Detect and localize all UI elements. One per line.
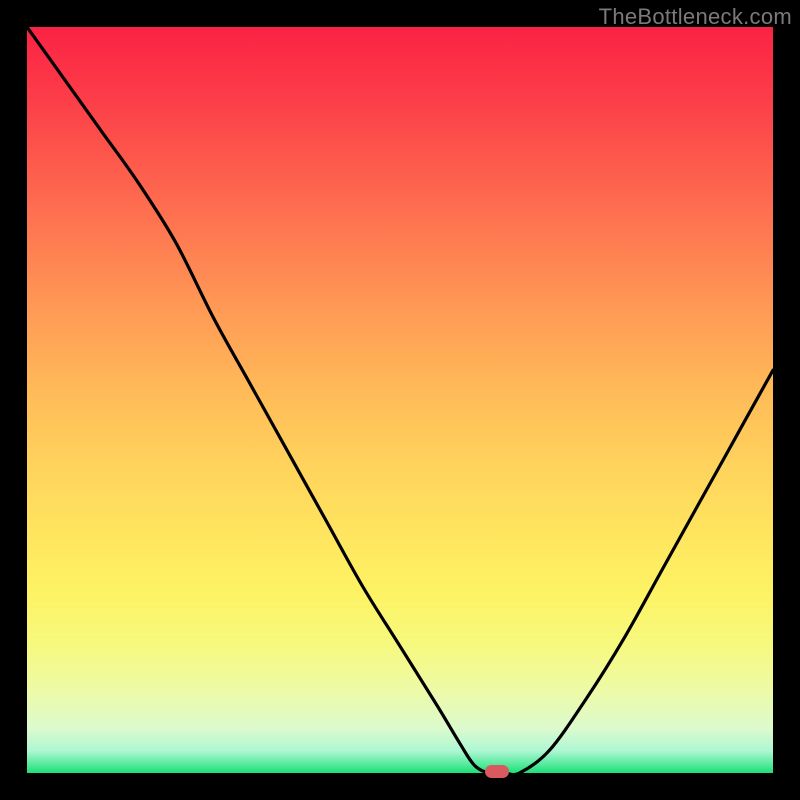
bottleneck-curve-path [27,27,773,773]
chart-frame: TheBottleneck.com [0,0,800,800]
optimal-point-marker [485,765,509,778]
curve-svg [27,27,773,773]
plot-area [27,27,773,773]
